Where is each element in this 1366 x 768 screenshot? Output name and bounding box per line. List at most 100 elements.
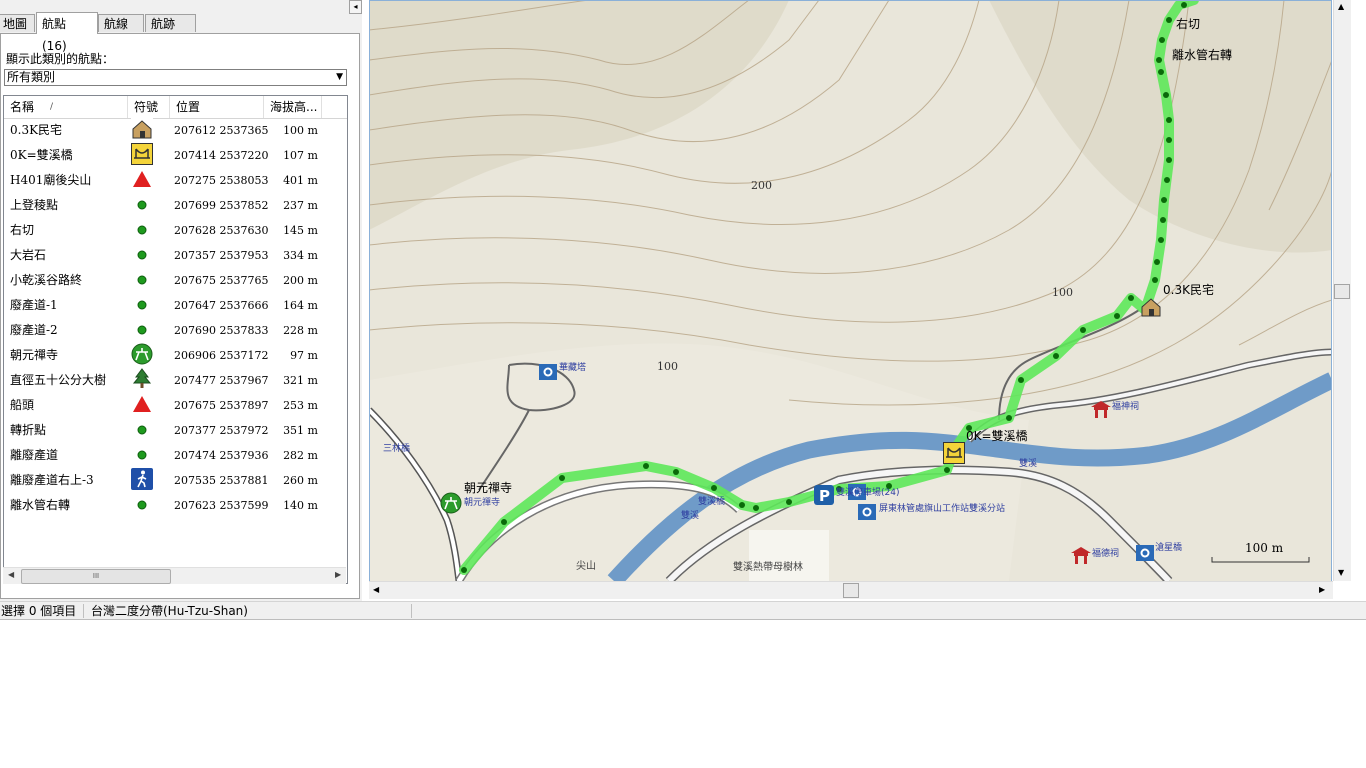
category-dropdown[interactable]: 所有類別 ▼ xyxy=(4,69,347,86)
waypoint-name: 右切 xyxy=(10,223,35,237)
table-row[interactable]: 轉折點 207377 2537972 351 m xyxy=(4,418,347,443)
table-row[interactable]: 船頭 207675 2537897 253 m xyxy=(4,393,347,418)
contour-label: 100 xyxy=(657,360,678,373)
green-dot-icon xyxy=(131,418,155,443)
collapse-panel-button[interactable]: ◂ xyxy=(349,0,362,14)
track-point xyxy=(1114,313,1120,319)
tab-routes[interactable]: 航線 xyxy=(98,14,144,32)
waypoint-position: 207628 2537630 xyxy=(174,224,269,237)
list-horizontal-scrollbar[interactable]: ◀ III ▶ xyxy=(3,567,346,584)
waypoint-altitude: 100 m xyxy=(283,124,318,137)
camera-icon[interactable] xyxy=(1136,545,1154,561)
track-point xyxy=(1181,2,1187,8)
table-row[interactable]: 右切 207628 2537630 145 m xyxy=(4,218,347,243)
camera-icon[interactable] xyxy=(858,504,876,520)
table-row[interactable]: H401廟後尖山 207275 2538053 401 m xyxy=(4,168,347,193)
track-point xyxy=(673,469,679,475)
waypoint-name: 小乾溪谷路終 xyxy=(10,273,83,287)
track-point xyxy=(1080,327,1086,333)
column-name-label: 名稱 xyxy=(10,100,35,114)
waypoint-altitude: 253 m xyxy=(283,399,318,412)
table-row[interactable]: 離廢產道右上-3 207535 2537881 260 m xyxy=(4,468,347,493)
track-point xyxy=(1158,237,1164,243)
table-row[interactable]: 朝元禪寺 206906 2537172 97 m xyxy=(4,343,347,368)
table-row[interactable]: 0K=雙溪橋 207414 2537220 107 m xyxy=(4,143,347,168)
chevron-down-icon: ▼ xyxy=(336,72,343,82)
table-row[interactable]: 上登稜點 207699 2537852 237 m xyxy=(4,193,347,218)
track-point xyxy=(1156,57,1162,63)
column-header-altitude[interactable]: 海拔高... xyxy=(264,96,322,118)
picnic-icon xyxy=(131,343,155,368)
scroll-up-icon[interactable]: ▲ xyxy=(1338,2,1344,11)
waypoint-position: 207535 2537881 xyxy=(174,474,269,487)
green-dot-icon xyxy=(131,218,155,243)
waypoint-position: 207377 2537972 xyxy=(174,424,269,437)
parking-icon[interactable]: P xyxy=(814,485,834,505)
green-dot-icon xyxy=(131,493,155,518)
waypoint-position: 207357 2537953 xyxy=(174,249,269,262)
scroll-left-icon[interactable]: ◀ xyxy=(8,570,14,579)
column-header-name[interactable]: 名稱 / xyxy=(4,96,128,118)
waypoint-position: 207623 2537599 xyxy=(174,499,269,512)
waypoint-position: 207675 2537765 xyxy=(174,274,269,287)
column-header-symbol[interactable]: 符號 xyxy=(128,96,170,118)
track-point xyxy=(461,567,467,573)
table-row[interactable]: 大岩石 207357 2537953 334 m xyxy=(4,243,347,268)
waypoint-altitude: 200 m xyxy=(283,274,318,287)
table-row[interactable]: 離水管右轉 207623 2537599 140 m xyxy=(4,493,347,518)
waypoint-list[interactable]: 名稱 / 符號 位置 海拔高... 0.3K民宅 207612 2537365 10… xyxy=(3,95,348,584)
tab-map[interactable]: 地圖 xyxy=(0,14,35,32)
column-header-position[interactable]: 位置 xyxy=(170,96,264,118)
waypoint-name: 廢產道-2 xyxy=(10,323,58,337)
status-selection-count: 選擇 0 個項目 xyxy=(1,604,77,618)
summit-icon xyxy=(131,168,155,193)
scroll-right-icon[interactable]: ▶ xyxy=(335,570,341,579)
scroll-left-icon[interactable]: ◀ xyxy=(373,585,379,594)
map-poi-shrine-2: 福德祠 xyxy=(1092,549,1120,559)
summit-icon xyxy=(131,393,155,418)
waypoint-position: 207612 2537365 xyxy=(174,124,269,137)
table-row[interactable]: 小乾溪谷路終 207675 2537765 200 m xyxy=(4,268,347,293)
green-dot-icon xyxy=(131,443,155,468)
map-poi-bridge-left: 三林橋 xyxy=(383,444,411,454)
tab-tracks[interactable]: 航跡 (2) xyxy=(145,14,196,49)
scroll-down-icon[interactable]: ▼ xyxy=(1338,568,1344,577)
shrine-icon[interactable] xyxy=(1091,400,1111,418)
tab-waypoints[interactable]: 航點 (16) xyxy=(36,12,98,53)
waypoint-name: 轉折點 xyxy=(10,423,47,437)
waypoint-altitude: 164 m xyxy=(283,299,318,312)
map-poi-tower: 華藏塔 xyxy=(559,363,587,373)
waypoint-altitude: 228 m xyxy=(283,324,318,337)
table-row[interactable]: 離廢產道 207474 2537936 282 m xyxy=(4,443,347,468)
forest-area xyxy=(749,530,829,581)
green-dot-icon xyxy=(131,318,155,343)
table-row[interactable]: 廢產道-1 207647 2537666 164 m xyxy=(4,293,347,318)
status-bar: 選擇 0 個項目 台灣二度分帶(Hu-Tzu-Shan) xyxy=(0,601,1366,620)
bridge-icon[interactable] xyxy=(943,442,965,464)
camera-icon[interactable] xyxy=(539,364,557,380)
waypoint-name: 離廢產道右上-3 xyxy=(10,473,94,487)
scroll-right-icon[interactable]: ▶ xyxy=(1319,585,1325,594)
contour-label: 200 xyxy=(751,179,772,192)
track-point xyxy=(1006,415,1012,421)
table-row[interactable]: 直徑五十公分大樹 207477 2537967 321 m xyxy=(4,368,347,393)
table-row[interactable]: 廢產道-2 207690 2537833 228 m xyxy=(4,318,347,343)
shrine-icon[interactable] xyxy=(1071,546,1091,564)
waypoint-altitude: 97 m xyxy=(290,349,318,362)
waypoint-altitude: 260 m xyxy=(283,474,318,487)
map-view[interactable]: P 右切 離水管右轉 0.3K民宅 0K=雙溪橋 朝元禪寺 朝元禪寺 華藏塔 福… xyxy=(369,0,1332,581)
map-horizontal-scroll-thumb[interactable] xyxy=(843,583,859,598)
house-icon xyxy=(131,118,155,143)
waypoint-name: 朝元禪寺 xyxy=(10,348,59,362)
track-point xyxy=(1154,259,1160,265)
scrollbar-thumb[interactable]: III xyxy=(21,569,171,584)
map-vertical-scroll-thumb[interactable] xyxy=(1334,284,1350,299)
house-icon[interactable] xyxy=(1140,296,1162,318)
track-point xyxy=(559,475,565,481)
waypoint-altitude: 237 m xyxy=(283,199,318,212)
map-poi-shrine-1: 福神祠 xyxy=(1112,402,1140,412)
track-point xyxy=(1053,353,1059,359)
table-row[interactable]: 0.3K民宅 207612 2537365 100 m xyxy=(4,118,347,143)
picnic-icon[interactable] xyxy=(440,492,462,514)
waypoint-name: 0.3K民宅 xyxy=(10,123,63,137)
